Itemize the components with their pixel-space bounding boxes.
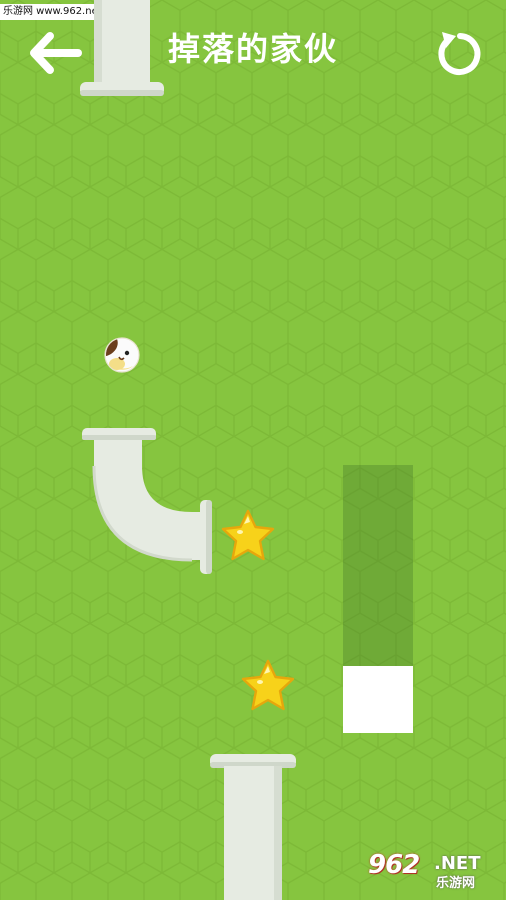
logo-main-text: 962 — [368, 850, 420, 880]
star-icon[interactable] — [218, 508, 278, 564]
progress-gauge-fill — [343, 666, 413, 733]
bottom-pipe — [210, 754, 296, 900]
restart-icon[interactable] — [432, 28, 484, 80]
progress-gauge — [343, 465, 413, 733]
level-title: 掉落的家伙 — [167, 30, 338, 68]
game-stage[interactable]: 乐游网 www.962.net 掉落的家伙 962 .NET 乐游网 — [0, 0, 506, 900]
elbow-pipe[interactable] — [80, 426, 220, 578]
ball-character[interactable] — [103, 336, 141, 374]
logo-suffix-text: .NET — [434, 853, 481, 874]
star-icon[interactable] — [238, 658, 298, 714]
logo-sub-text: 乐游网 — [436, 876, 476, 891]
site-logo: 962 .NET 乐游网 — [366, 850, 501, 896]
